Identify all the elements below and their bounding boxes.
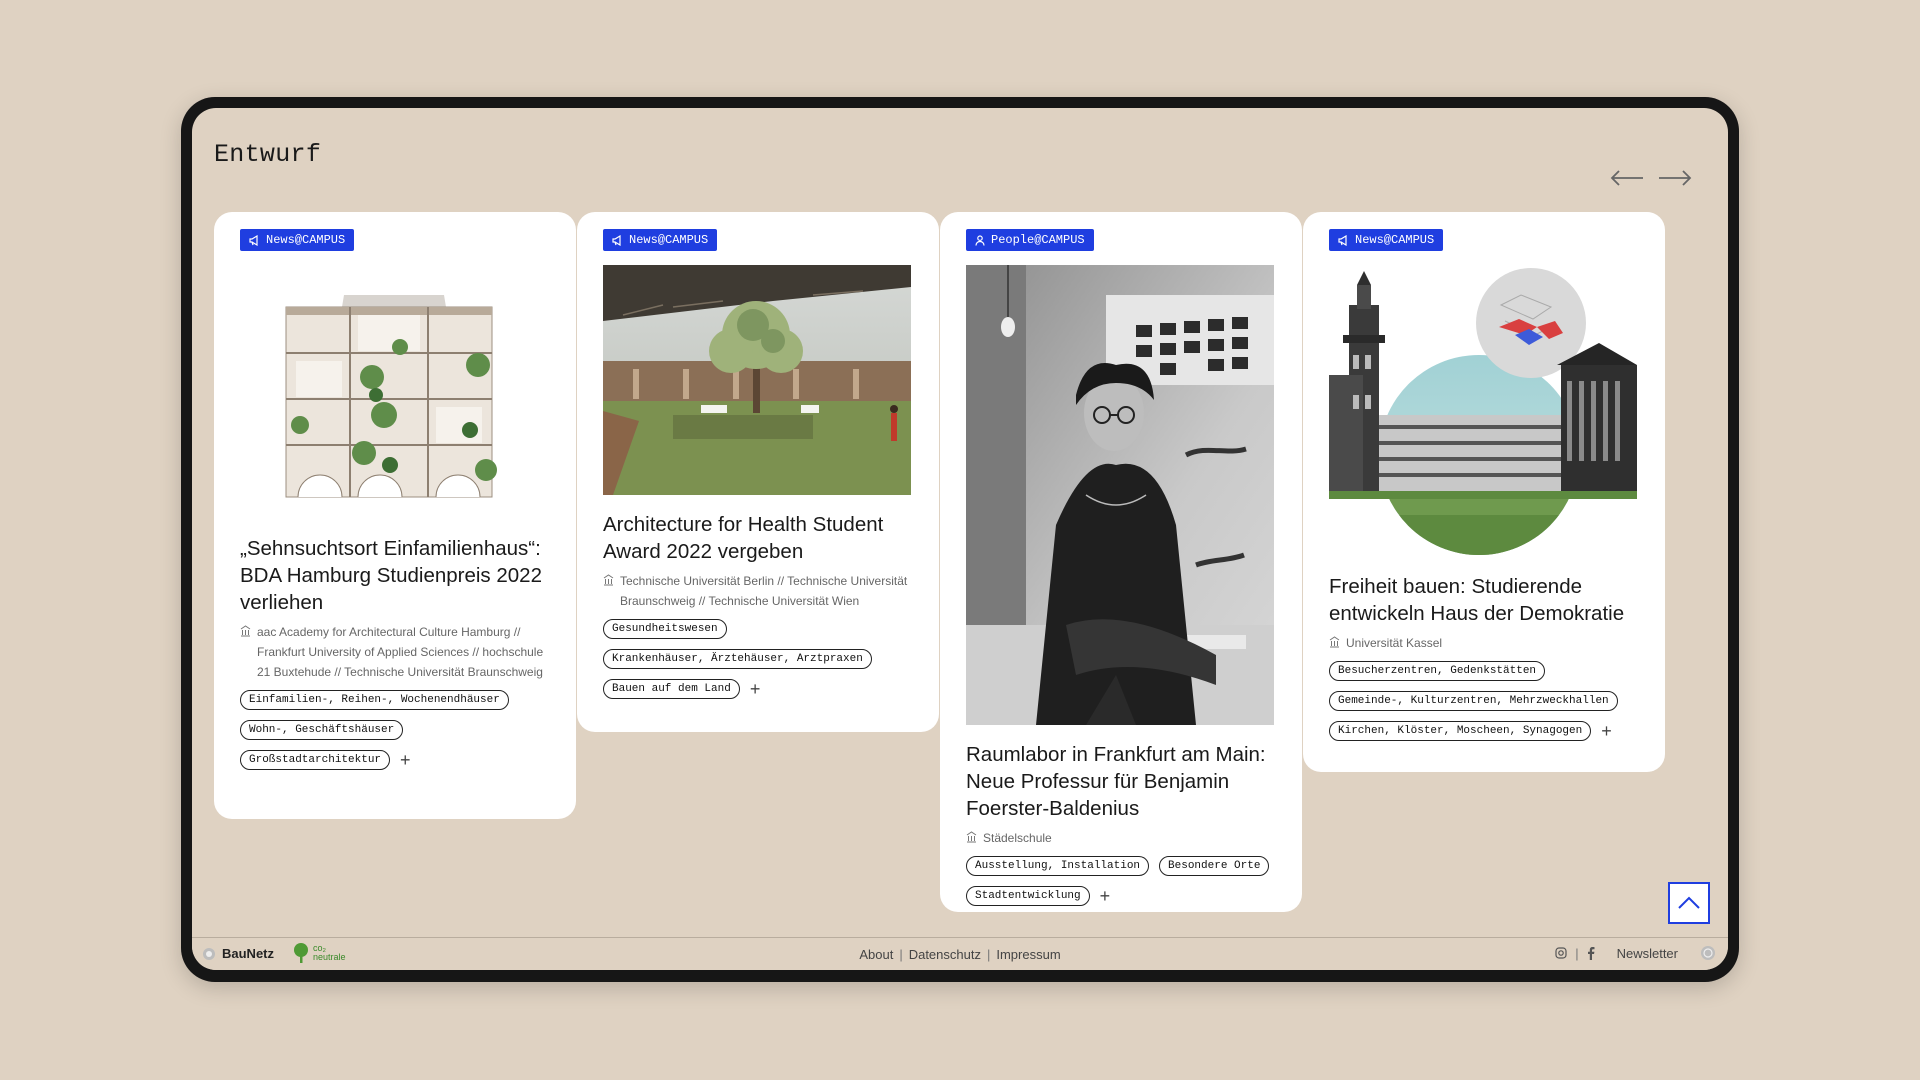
tag[interactable]: Wohn-, Geschäftshäuser [240, 720, 404, 740]
meta-text: Städelschule [983, 831, 1052, 845]
tag-list: Ausstellung, Installation Besondere Orte … [966, 856, 1276, 906]
article-card[interactable]: News@CAMPUS Architecture for Health Stud… [577, 212, 939, 732]
facebook-icon[interactable] [1587, 946, 1595, 960]
tag[interactable]: Gemeinde-, Kulturzentren, Mehrzweckhalle… [1329, 691, 1618, 711]
tag[interactable]: Bauen auf dem Land [603, 679, 740, 699]
building-icon [603, 574, 614, 586]
tag-list: Besucherzentren, Gedenkstätten Gemeinde-… [1329, 661, 1639, 741]
instagram-icon[interactable] [1555, 947, 1567, 959]
badge-label: People@CAMPUS [991, 233, 1085, 247]
chevron-up-icon [1678, 896, 1700, 909]
next-button[interactable] [1656, 164, 1694, 192]
article-meta: Technische Universität Berlin // Technis… [603, 571, 913, 611]
scroll-to-top-button[interactable] [1668, 882, 1710, 924]
datenschutz-link[interactable]: Datenschutz [909, 947, 981, 962]
tag[interactable]: Besondere Orte [1159, 856, 1270, 876]
article-title[interactable]: Freiheit bauen: Studierende entwickeln H… [1329, 573, 1639, 627]
device-frame: Entwurf News@CAMPUS „Sehnsuchtsort Einfa… [181, 97, 1739, 982]
article-card[interactable]: People@CAMPUS Raumlabor in Frankfurt am … [940, 212, 1302, 912]
tag[interactable]: Ausstellung, Installation [966, 856, 1150, 876]
tag-list: Gesundheitswesen Krankenhäuser, Ärztehäu… [603, 619, 913, 699]
tag[interactable]: Kirchen, Klöster, Moscheen, Synagogen [1329, 721, 1592, 741]
badge-label: News@CAMPUS [629, 233, 709, 247]
screen: Entwurf News@CAMPUS „Sehnsuchtsort Einfa… [192, 108, 1728, 970]
building-icon [966, 831, 977, 843]
article-meta: Universität Kassel [1329, 633, 1639, 653]
plus-icon[interactable]: + [400, 751, 411, 769]
article-meta: Städelschule [966, 828, 1276, 848]
footer: BauNetz co₂ neutrale About | Datenschutz | I… [192, 937, 1728, 970]
carousel-nav [1608, 164, 1694, 192]
badge-label: News@CAMPUS [1355, 233, 1435, 247]
footer-social: | Newsletter [1555, 945, 1716, 961]
page-title: Entwurf [214, 140, 322, 169]
meta-text: Technische Universität Berlin // Technis… [620, 574, 908, 608]
megaphone-icon [612, 234, 623, 246]
megaphone-icon [249, 234, 260, 246]
article-image[interactable] [240, 265, 548, 507]
article-card[interactable]: News@CAMPUS [214, 212, 576, 819]
article-title[interactable]: Raumlabor in Frankfurt am Main: Neue Pro… [966, 741, 1276, 822]
category-badge[interactable]: People@CAMPUS [966, 229, 1094, 251]
article-image[interactable] [1329, 265, 1637, 557]
tag[interactable]: Stadtentwicklung [966, 886, 1090, 906]
prev-button[interactable] [1608, 164, 1646, 192]
arrow-right-icon [1659, 170, 1692, 186]
separator: | [1575, 945, 1579, 961]
tag[interactable]: Besucherzentren, Gedenkstätten [1329, 661, 1546, 681]
badge-label: News@CAMPUS [266, 233, 346, 247]
building-icon [1329, 636, 1340, 648]
plus-icon[interactable]: + [750, 680, 761, 698]
category-badge[interactable]: News@CAMPUS [240, 229, 355, 251]
arrow-left-icon [1610, 170, 1643, 186]
plus-icon[interactable]: + [1100, 887, 1111, 905]
impressum-link[interactable]: Impressum [996, 947, 1060, 962]
separator: | [986, 947, 991, 962]
tag-list: Einfamilien-, Reihen-, Wochenendhäuser W… [240, 690, 550, 770]
tag[interactable]: Großstadtarchitektur [240, 750, 391, 770]
about-link[interactable]: About [859, 947, 893, 962]
tag[interactable]: Krankenhäuser, Ärztehäuser, Arztpraxen [603, 649, 872, 669]
category-badge[interactable]: News@CAMPUS [603, 229, 718, 251]
article-title[interactable]: „Sehnsuchtsort Einfamilienhaus“: BDA Ham… [240, 535, 550, 616]
article-card[interactable]: News@CAMPUS [1303, 212, 1665, 772]
separator: | [899, 947, 903, 962]
building-icon [240, 625, 251, 637]
meta-text: aac Academy for Architectural Culture Ha… [257, 625, 544, 679]
article-image[interactable] [966, 265, 1274, 725]
globe-icon[interactable] [1700, 945, 1716, 961]
plus-icon[interactable]: + [1601, 722, 1612, 740]
category-badge[interactable]: News@CAMPUS [1329, 229, 1444, 251]
newsletter-link[interactable]: Newsletter [1617, 946, 1678, 961]
article-image[interactable] [603, 265, 911, 495]
article-meta: aac Academy for Architectural Culture Ha… [240, 622, 550, 682]
tag[interactable]: Gesundheitswesen [603, 619, 727, 639]
tag[interactable]: Einfamilien-, Reihen-, Wochenendhäuser [240, 690, 509, 710]
megaphone-icon [1338, 234, 1349, 246]
meta-text: Universität Kassel [1346, 636, 1443, 650]
person-icon [975, 234, 985, 246]
footer-links: About | Datenschutz | Impressum [192, 947, 1728, 962]
article-title[interactable]: Architecture for Health Student Award 20… [603, 511, 913, 565]
